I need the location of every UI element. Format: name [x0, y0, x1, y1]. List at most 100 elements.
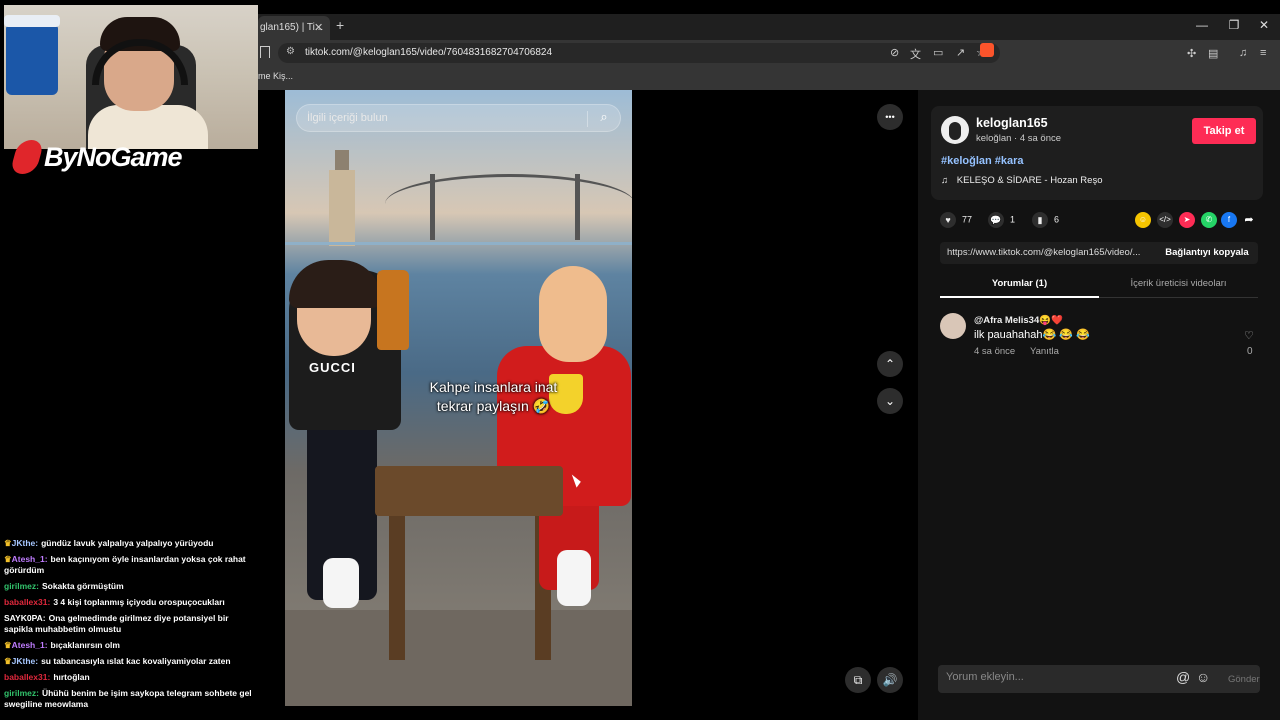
panel-tabs: Yorumlar (1) İçerik üreticisi videoları	[940, 270, 1258, 298]
friends-share-icon[interactable]: ☺	[1135, 212, 1151, 228]
post-comment-button[interactable]: Gönder	[1228, 674, 1260, 685]
chat-text: hırtoğlan	[53, 672, 90, 682]
author-avatar[interactable]	[941, 116, 969, 144]
comment-input-bar[interactable]: Yorum ekleyin... @ ☺	[938, 665, 1260, 693]
media-icon[interactable]: ♫	[1239, 47, 1247, 59]
video-caption-line: Kahpe insanlara inat	[429, 379, 558, 395]
hashtags[interactable]: #keloğlan #kara	[941, 155, 1024, 167]
menu-icon[interactable]: ≡	[1260, 47, 1266, 59]
extensions-icon[interactable]: ✣	[1187, 47, 1196, 60]
bookmark-item[interactable]: me Kiş...	[258, 71, 293, 81]
tab-creator-videos[interactable]: İçerik üreticisi videoları	[1099, 278, 1258, 289]
cast-icon[interactable]: ▭	[933, 46, 943, 59]
like-count: 77	[962, 214, 973, 225]
music-title: KELEŞO & SİDARE - Hozan Reşo	[956, 175, 1103, 186]
comment-stat[interactable]: 💬 1	[988, 212, 1015, 228]
send-icon[interactable]: ➤	[1179, 212, 1195, 228]
close-window-icon[interactable]: ✕	[1254, 18, 1274, 32]
tab-comments[interactable]: Yorumlar (1)	[940, 278, 1099, 289]
music-row[interactable]: ♫ KELEŞO & SİDARE - Hozan Reşo	[941, 175, 1103, 186]
video-scene-bridge	[385, 174, 632, 234]
chat-username[interactable]: JKthe:	[12, 538, 38, 548]
video-scene-tower	[575, 174, 580, 240]
video-scene-shirt-logo: GUCCI	[309, 360, 356, 375]
copy-link-button[interactable]: Bağlantıyı kopyala	[1156, 242, 1258, 264]
chat-username[interactable]: Atesh_1:	[12, 554, 48, 564]
webcam-scene-cooler-lid	[4, 15, 60, 27]
chat-text: Ühühü benim be işim saykopa telegram soh…	[4, 688, 252, 709]
search-bar[interactable]: İlgili içeriği bulun ⌕	[296, 104, 621, 132]
comment-like-icon[interactable]: ♡	[1244, 329, 1254, 342]
video-link[interactable]: https://www.tiktok.com/@keloglan165/vide…	[947, 247, 1147, 258]
commenter-avatar[interactable]	[940, 313, 966, 339]
emoji-icon[interactable]: ☺	[1196, 669, 1210, 685]
video-scene-maiden-tower-top	[335, 150, 349, 172]
address-bar[interactable]: ⚙ tiktok.com/@keloglan165/video/76048316…	[278, 43, 1000, 63]
sidebar-icon[interactable]: ▤	[1208, 47, 1218, 60]
previous-video-icon[interactable]: ⌃	[877, 351, 903, 377]
active-tab-indicator	[940, 296, 1099, 298]
comment-like-count: 0	[1247, 346, 1253, 357]
details-panel: keloglan165 keloğlan · 4 sa önce Takip e…	[918, 90, 1280, 720]
video-player[interactable]: GUCCI Kahpe insanlara inat tekrar paylaş…	[285, 90, 632, 706]
chat-username[interactable]: JKthe:	[12, 656, 38, 666]
chat-message: ♛JKthe: gündüz lavuk yalpalıya yalpalıyo …	[4, 538, 254, 549]
channel-logo: ByNoGame	[9, 136, 204, 180]
channel-logo-icon	[9, 140, 45, 174]
share-icon[interactable]: ➦	[1241, 212, 1257, 228]
reply-button[interactable]: Yanıtla	[1030, 346, 1059, 357]
mini-player-icon[interactable]: ⧉	[845, 667, 871, 693]
screen: glan165) | Ti... ✕ + — ❐ ✕ ⚙ tiktok.com/…	[0, 0, 1280, 720]
chat-username[interactable]: girilmez:	[4, 688, 39, 698]
tab-close-icon[interactable]: ✕	[314, 16, 328, 40]
restore-icon[interactable]: ❐	[1224, 18, 1244, 32]
crown-icon: ♛	[4, 554, 12, 564]
search-icon[interactable]: ⌕	[595, 108, 613, 126]
new-tab-icon[interactable]: +	[336, 17, 344, 33]
channel-logo-text: ByNoGame	[44, 142, 183, 172]
share-page-icon[interactable]: ↗	[956, 46, 965, 59]
chat-message: baballex31: hırtoğlan	[4, 672, 254, 683]
chat-message: baballex31: 3 4 kişi toplanmış içiyodu or…	[4, 597, 254, 608]
follow-button[interactable]: Takip et	[1192, 118, 1256, 144]
video-scene-bottle	[377, 270, 409, 350]
bookmark-icon: ▮	[1032, 212, 1048, 228]
commenter-name[interactable]: @Afra Melis34😝❤️	[974, 315, 1063, 326]
chat-username[interactable]: baballex31:	[4, 672, 50, 682]
whatsapp-icon[interactable]: ✆	[1201, 212, 1217, 228]
comment-count: 1	[1010, 214, 1016, 225]
heart-icon: ♥	[940, 212, 956, 228]
author-username[interactable]: keloglan165	[976, 116, 1048, 130]
browser-tab[interactable]: glan165) | Ti... ✕	[258, 16, 330, 40]
chat-username[interactable]: baballex31:	[4, 597, 50, 607]
search-input[interactable]: İlgili içeriği bulun	[307, 112, 388, 124]
facebook-icon[interactable]: f	[1221, 212, 1237, 228]
crown-icon: ♛	[4, 640, 12, 650]
bookmarks-bar: me Kiş...	[258, 66, 1280, 90]
translate-icon[interactable]: 文	[910, 46, 921, 62]
music-icon: ♫	[941, 175, 949, 186]
chat-username[interactable]: SAYK0PA:	[4, 613, 46, 623]
chat-username[interactable]: girilmez:	[4, 581, 39, 591]
like-stat[interactable]: ♥ 77	[940, 212, 972, 228]
save-stat[interactable]: ▮ 6	[1032, 212, 1059, 228]
brave-shield-icon[interactable]	[980, 43, 994, 57]
tiktok-page: GUCCI Kahpe insanlara inat tekrar paylaş…	[258, 90, 1280, 720]
next-video-icon[interactable]: ⌄	[877, 388, 903, 414]
video-scene-shoe	[323, 558, 359, 608]
more-options-icon[interactable]: •••	[877, 104, 903, 130]
comment-time: 4 sa önce	[974, 346, 1016, 357]
comment-input[interactable]: Yorum ekleyin...	[946, 671, 1024, 683]
volume-icon[interactable]: 🔊	[877, 667, 903, 693]
save-count: 6	[1054, 214, 1060, 225]
site-settings-icon[interactable]: ⚙	[286, 46, 295, 57]
video-caption: Kahpe insanlara inat tekrar paylaşın 🤣	[285, 378, 632, 416]
mention-icon[interactable]: @	[1176, 669, 1190, 685]
bookmark-icon[interactable]	[260, 46, 270, 58]
browser-tabstrip: glan165) | Ti... ✕ + — ❐ ✕	[258, 14, 1280, 40]
chat-username[interactable]: Atesh_1:	[12, 640, 48, 650]
no-translate-icon[interactable]: ⊘	[890, 46, 899, 59]
embed-icon[interactable]: </>	[1157, 212, 1173, 228]
video-caption-line: tekrar paylaşın 🤣	[436, 398, 551, 414]
minimize-icon[interactable]: —	[1192, 18, 1212, 32]
